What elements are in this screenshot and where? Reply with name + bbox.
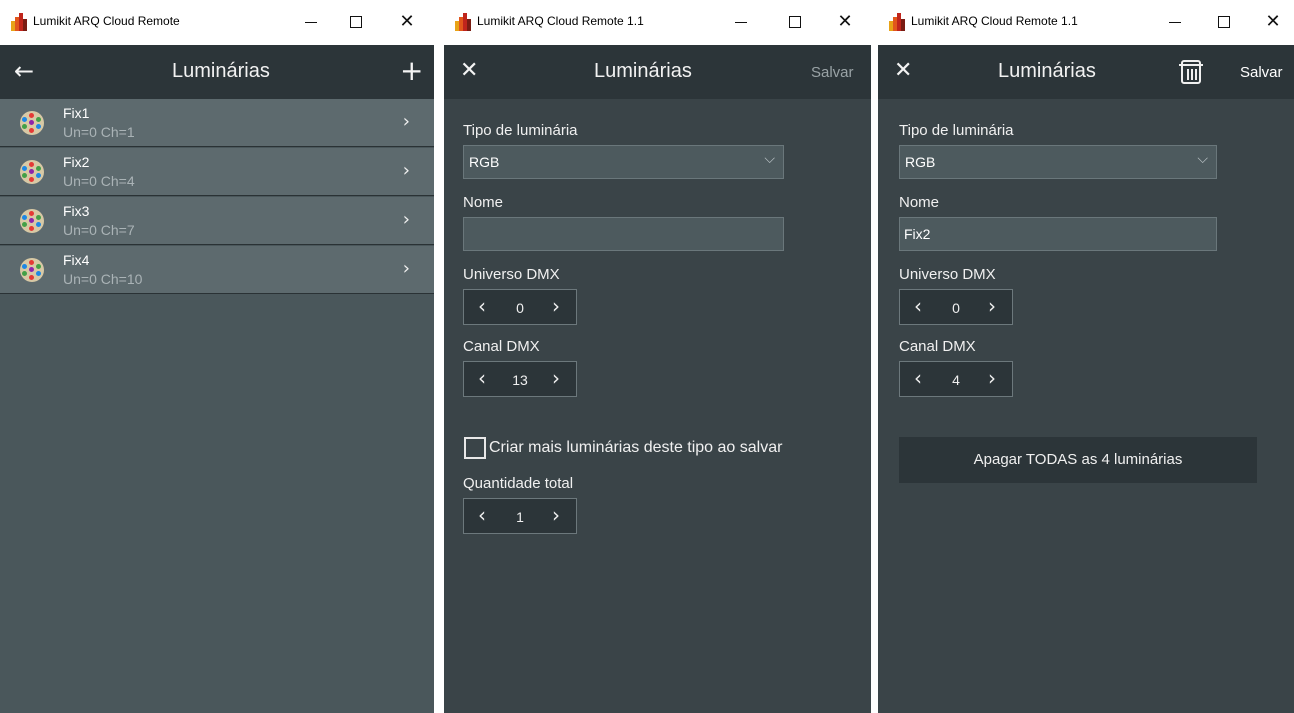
dmx-universe-stepper[interactable]: ‹ 0 › bbox=[463, 289, 577, 325]
dmx-universe-label: Universo DMX bbox=[463, 266, 560, 283]
chevron-right-icon[interactable]: › bbox=[544, 366, 568, 390]
plus-icon[interactable]: + bbox=[400, 57, 423, 85]
dmx-channel-stepper[interactable]: ‹ 13 › bbox=[463, 361, 577, 397]
name-label: Nome bbox=[899, 194, 940, 211]
chevron-right-icon[interactable]: › bbox=[980, 294, 1004, 318]
dmx-universe-label: Universo DMX bbox=[899, 266, 996, 283]
dmx-channel-label: Canal DMX bbox=[899, 338, 976, 355]
dmx-channel-label: Canal DMX bbox=[463, 338, 540, 355]
chevron-right-icon[interactable]: › bbox=[980, 366, 1004, 390]
quantity-label: Quantidade total bbox=[463, 475, 574, 492]
create-more-checkbox[interactable] bbox=[464, 437, 486, 459]
app-bar: ✕ Luminárias Salvar bbox=[444, 45, 871, 99]
fixture-name: Fix1 bbox=[63, 105, 90, 121]
fixture-address: Un=0 Ch=7 bbox=[63, 222, 135, 238]
arrow-left-icon[interactable]: ← bbox=[14, 57, 34, 85]
save-button[interactable]: Salvar bbox=[811, 64, 854, 81]
chevron-down-icon: ⌵ bbox=[764, 150, 775, 166]
rgb-fixture-icon bbox=[20, 160, 44, 184]
list-item-fix4[interactable]: Fix4 Un=0 Ch=10 › bbox=[0, 246, 434, 294]
window-title: Lumikit ARQ Cloud Remote 1.1 bbox=[477, 14, 644, 28]
dmx-universe-stepper[interactable]: ‹ 0 › bbox=[899, 289, 1013, 325]
list-item-fix2[interactable]: Fix2 Un=0 Ch=4 › bbox=[0, 148, 434, 196]
fixture-type-label: Tipo de luminária bbox=[463, 122, 578, 139]
rgb-fixture-icon bbox=[20, 258, 44, 282]
title-bar: Lumikit ARQ Cloud Remote 1.1 ✕ bbox=[878, 0, 1294, 45]
name-input[interactable] bbox=[463, 217, 784, 251]
lumikit-logo-icon bbox=[889, 13, 905, 31]
name-label: Nome bbox=[463, 194, 504, 211]
fixture-name: Fix2 bbox=[63, 154, 90, 170]
fixture-address: Un=0 Ch=10 bbox=[63, 271, 143, 287]
fixture-type-value: RGB bbox=[905, 154, 936, 170]
chevron-down-icon: ⌵ bbox=[1197, 150, 1208, 166]
save-button[interactable]: Salvar bbox=[1240, 64, 1283, 81]
window-fixture-list: Lumikit ARQ Cloud Remote ✕ ← Luminárias … bbox=[0, 0, 434, 713]
fixture-type-select[interactable]: RGB ⌵ bbox=[899, 145, 1217, 179]
lumikit-logo-icon bbox=[11, 13, 27, 31]
chevron-right-icon: › bbox=[402, 111, 410, 132]
app-bar: ← Luminárias + bbox=[0, 45, 434, 99]
chevron-right-icon: › bbox=[402, 258, 410, 279]
fixture-type-label: Tipo de luminária bbox=[899, 122, 1014, 139]
create-more-label[interactable]: Criar mais luminárias deste tipo ao salv… bbox=[489, 439, 782, 457]
maximize-button[interactable] bbox=[340, 9, 370, 35]
page-title: Luminárias bbox=[594, 60, 692, 82]
close-button[interactable]: ✕ bbox=[392, 9, 422, 35]
fixture-address: Un=0 Ch=1 bbox=[63, 124, 135, 140]
delete-all-button[interactable]: Apagar TODAS as 4 luminárias bbox=[899, 437, 1257, 483]
dmx-channel-stepper[interactable]: ‹ 4 › bbox=[899, 361, 1013, 397]
app-bar: ✕ Luminárias Salvar bbox=[878, 45, 1294, 99]
close-button[interactable]: ✕ bbox=[830, 9, 860, 35]
fixture-list: Fix1 Un=0 Ch=1 › Fix2 Un=0 Ch=4 › Fix3 U… bbox=[0, 99, 434, 713]
name-input[interactable]: Fix2 bbox=[899, 217, 1217, 251]
window-title: Lumikit ARQ Cloud Remote 1.1 bbox=[911, 14, 1078, 28]
quantity-stepper[interactable]: ‹ 1 › bbox=[463, 498, 577, 534]
minimize-button[interactable] bbox=[1160, 9, 1190, 35]
window-new-fixture: Lumikit ARQ Cloud Remote 1.1 ✕ ✕ Luminár… bbox=[444, 0, 871, 713]
chevron-right-icon[interactable]: › bbox=[544, 294, 568, 318]
fixture-name: Fix4 bbox=[63, 252, 90, 268]
rgb-fixture-icon bbox=[20, 111, 44, 135]
page-title: Luminárias bbox=[172, 60, 270, 82]
rgb-fixture-icon bbox=[20, 209, 44, 233]
fixture-name: Fix3 bbox=[63, 203, 90, 219]
chevron-right-icon[interactable]: › bbox=[544, 503, 568, 527]
maximize-button[interactable] bbox=[1208, 9, 1238, 35]
close-button[interactable]: ✕ bbox=[1258, 9, 1288, 35]
title-bar: Lumikit ARQ Cloud Remote ✕ bbox=[0, 0, 434, 45]
trash-icon[interactable] bbox=[1179, 60, 1203, 84]
fixture-type-value: RGB bbox=[469, 154, 500, 170]
chevron-right-icon: › bbox=[402, 209, 410, 230]
fixture-type-select[interactable]: RGB ⌵ bbox=[463, 145, 784, 179]
lumikit-logo-icon bbox=[455, 13, 471, 31]
window-title: Lumikit ARQ Cloud Remote bbox=[33, 14, 180, 28]
list-item-fix1[interactable]: Fix1 Un=0 Ch=1 › bbox=[0, 99, 434, 147]
cancel-icon[interactable]: ✕ bbox=[894, 57, 912, 85]
list-item-fix3[interactable]: Fix3 Un=0 Ch=7 › bbox=[0, 197, 434, 245]
window-edit-fixture: Lumikit ARQ Cloud Remote 1.1 ✕ ✕ Luminár… bbox=[878, 0, 1294, 713]
minimize-button[interactable] bbox=[726, 9, 756, 35]
minimize-button[interactable] bbox=[296, 9, 326, 35]
chevron-right-icon: › bbox=[402, 160, 410, 181]
page-title: Luminárias bbox=[998, 60, 1096, 82]
maximize-button[interactable] bbox=[779, 9, 809, 35]
fixture-address: Un=0 Ch=4 bbox=[63, 173, 135, 189]
cancel-icon[interactable]: ✕ bbox=[460, 57, 478, 85]
title-bar: Lumikit ARQ Cloud Remote 1.1 ✕ bbox=[444, 0, 871, 45]
